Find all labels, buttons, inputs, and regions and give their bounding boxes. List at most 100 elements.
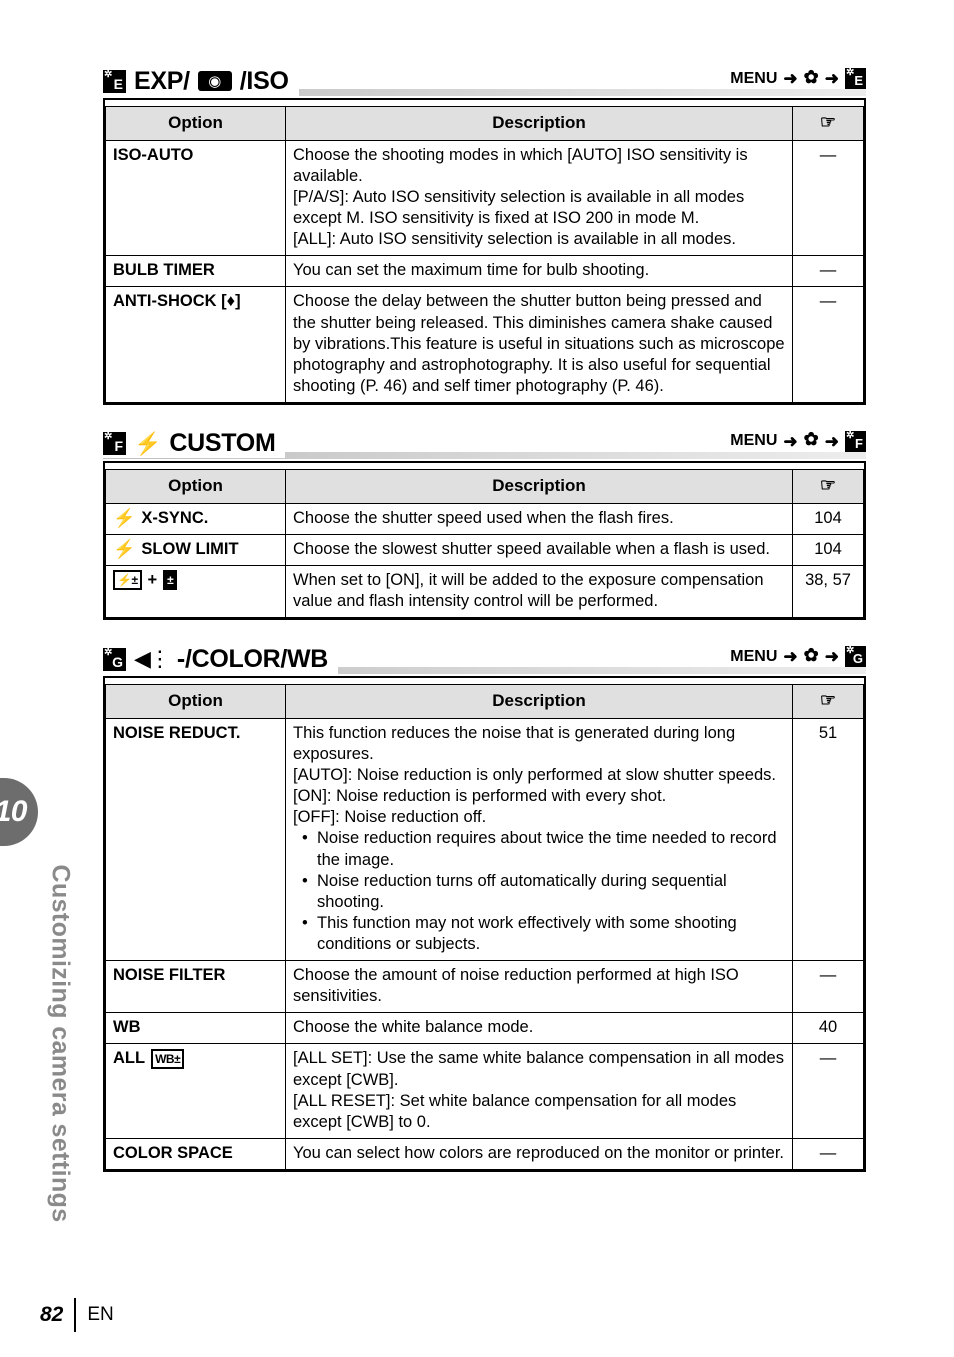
- metering-mode-icon: ◉: [197, 71, 232, 91]
- flash-compensation-icon: ⚡±: [113, 570, 142, 591]
- description-cell: You can set the maximum time for bulb sh…: [285, 255, 793, 288]
- description-cell: Choose the white balance mode.: [285, 1012, 793, 1045]
- reference-page: —: [792, 139, 864, 257]
- arrow-icon: ➜: [783, 69, 798, 88]
- table-row: ⚡± + ± When set to [ON], it will be adde…: [105, 564, 864, 619]
- gear-icon: ✿: [803, 66, 819, 87]
- description-cell: Choose the slowest shutter speed availab…: [285, 533, 793, 566]
- description-line: Choose the delay between the shutter but…: [293, 292, 785, 395]
- section-heading-flash-custom: F ⚡ CUSTOM MENU ➜ ✿ ➜ F: [103, 427, 866, 461]
- option-label: ISO-AUTO: [105, 139, 286, 257]
- option-label: BULB TIMER: [105, 255, 286, 288]
- column-header-description: Description: [285, 468, 793, 504]
- menu-path-exp-iso: MENU ➜ ✿ ➜ E: [720, 68, 866, 89]
- section-heading-exp-iso: E EXP/ ◉ /ISO MENU ➜ ✿ ➜ E: [103, 64, 866, 98]
- table-row: ANTI-SHOCK [♦] Choose the delay between …: [105, 286, 864, 403]
- column-header-description: Description: [285, 106, 793, 141]
- description-line: You can set the maximum time for bulb sh…: [293, 261, 650, 280]
- section-title-text: -/COLOR/WB: [176, 644, 329, 673]
- description-cell: When set to [ON], it will be added to th…: [285, 564, 793, 619]
- list-item: This function may not work effectively w…: [300, 913, 785, 955]
- option-label: SLOW LIMIT: [141, 539, 239, 558]
- description-cell: [ALL SET]: Use the same white balance co…: [285, 1043, 793, 1139]
- table-color-wb: Option Description ☞ NOISE REDUCT. This …: [103, 676, 866, 1172]
- description-cell: Choose the shutter speed used when the f…: [285, 502, 793, 535]
- table-row: WB Choose the white balance mode. 40: [105, 1012, 864, 1045]
- list-item: Noise reduction turns off automatically …: [300, 871, 785, 913]
- list-item: Noise reduction requires about twice the…: [300, 828, 785, 870]
- option-label: WB: [105, 1012, 286, 1045]
- option-label: X-SYNC.: [141, 508, 209, 527]
- exposure-compensation-icon: ±: [163, 570, 178, 591]
- table-row: ⚡ SLOW LIMIT Choose the slowest shutter …: [105, 533, 864, 566]
- description-cell: You can select how colors are reproduced…: [285, 1137, 793, 1170]
- description-line: Choose the white balance mode.: [293, 1018, 534, 1037]
- column-header-option: Option: [105, 106, 286, 141]
- page-footer: 82 EN: [40, 1298, 114, 1332]
- table-header-row: Option Description ☞: [105, 684, 864, 719]
- description-line: [P/A/S]: Auto ISO sensitivity selection …: [293, 187, 745, 228]
- menu-label: MENU: [730, 69, 778, 87]
- arrow-icon: ➜: [824, 69, 839, 88]
- white-balance-compensation-icon: WB±: [151, 1048, 185, 1069]
- reference-page: —: [792, 1137, 864, 1170]
- column-header-reference: ☞: [792, 106, 864, 141]
- image-quality-icon: ◀ ⋮: [134, 646, 171, 672]
- gear-icon: ✿: [803, 644, 819, 665]
- description-bullet-list: Noise reduction requires about twice the…: [293, 828, 785, 955]
- reference-page: —: [792, 960, 864, 1014]
- table-row: ⚡ X-SYNC. Choose the shutter speed used …: [105, 502, 864, 535]
- table-header-row: Option Description ☞: [105, 106, 864, 141]
- menu-tab-f-icon: F: [845, 430, 866, 452]
- menu-path-color-wb: MENU ➜ ✿ ➜ G: [720, 644, 866, 668]
- table-row: BULB TIMER You can set the maximum time …: [105, 255, 864, 288]
- description-line: Choose the slowest shutter speed availab…: [293, 539, 770, 558]
- menu-tab-f-icon: F: [103, 432, 126, 456]
- option-cell: ALL WB±: [105, 1043, 286, 1139]
- table-header-row: Option Description ☞: [105, 468, 864, 504]
- table-row: NOISE FILTER Choose the amount of noise …: [105, 960, 864, 1014]
- page-number: 82: [40, 1303, 64, 1326]
- description-cell: Choose the shooting modes in which [AUTO…: [285, 139, 793, 257]
- description-cell: Choose the amount of noise reduction per…: [285, 960, 793, 1014]
- description-cell: This function reduces the noise that is …: [285, 717, 793, 962]
- reference-page: 104: [792, 502, 864, 535]
- menu-label: MENU: [730, 647, 778, 665]
- description-line: [AUTO]: Noise reduction is only performe…: [293, 766, 776, 785]
- gear-icon: ✿: [803, 429, 819, 450]
- language-code: EN: [87, 1304, 114, 1325]
- arrow-icon: ➜: [824, 431, 839, 451]
- column-header-description: Description: [285, 684, 793, 719]
- menu-tab-e-icon: E: [845, 68, 866, 89]
- menu-tab-e-icon: E: [103, 69, 126, 93]
- footer-divider: [74, 1298, 77, 1332]
- description-line: [ALL SET]: Use the same white balance co…: [293, 1049, 784, 1089]
- table-flash-custom: Option Description ☞ ⚡ X-SYNC. Choose th…: [103, 460, 866, 621]
- reference-page: —: [792, 286, 864, 403]
- reference-page: 51: [792, 717, 864, 962]
- plus-sign: +: [147, 570, 158, 589]
- option-label: NOISE REDUCT.: [105, 717, 286, 962]
- pointing-hand-icon: ☞: [819, 112, 837, 132]
- option-label: NOISE FILTER: [105, 960, 286, 1014]
- description-line: You can select how colors are reproduced…: [293, 1143, 785, 1162]
- reference-page: 104: [792, 533, 864, 566]
- table-row: ISO-AUTO Choose the shooting modes in wh…: [105, 139, 864, 257]
- description-line: When set to [ON], it will be added to th…: [293, 570, 764, 611]
- section-title-text: CUSTOM: [169, 429, 276, 458]
- description-line: [ALL RESET]: Set white balance compensat…: [293, 1091, 737, 1131]
- menu-tab-g-icon: G: [103, 647, 126, 671]
- column-header-option: Option: [105, 684, 286, 719]
- description-cell: Choose the delay between the shutter but…: [285, 286, 793, 403]
- reference-page: —: [792, 1043, 864, 1139]
- table-row: ALL WB± [ALL SET]: Use the same white ba…: [105, 1043, 864, 1139]
- chapter-number-tab: 10: [0, 778, 38, 846]
- section-title-text: EXP/: [134, 66, 190, 95]
- column-header-reference: ☞: [792, 684, 864, 719]
- option-cell: ⚡± + ±: [105, 564, 286, 619]
- description-line: This function reduces the noise that is …: [293, 723, 736, 763]
- pointing-hand-icon: ☞: [819, 690, 837, 711]
- option-label: ALL: [113, 1049, 146, 1068]
- reference-page: 40: [792, 1012, 864, 1045]
- flash-icon: ⚡: [113, 508, 136, 529]
